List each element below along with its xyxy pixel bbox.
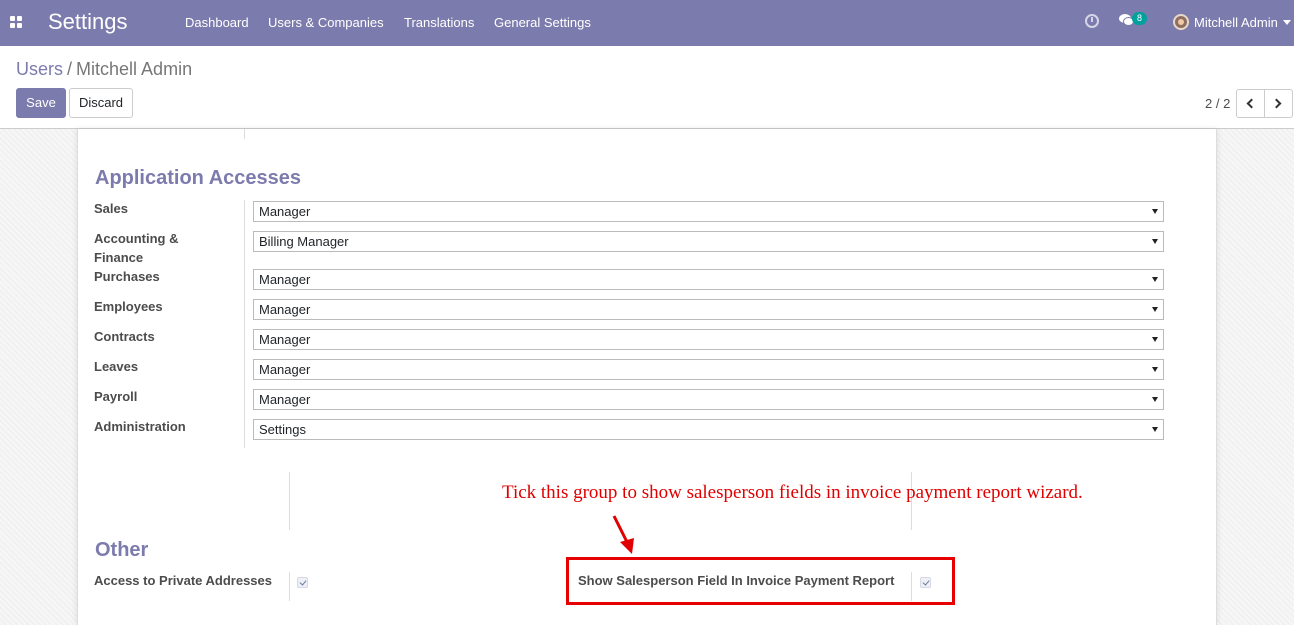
- messages-count-badge: 8: [1132, 12, 1147, 25]
- private-addresses-checkbox[interactable]: [297, 577, 308, 588]
- employees-value: Manager: [259, 302, 311, 317]
- menu-translations[interactable]: Translations: [404, 15, 474, 30]
- column-divider: [244, 129, 245, 139]
- breadcrumb-separator: /: [67, 59, 73, 79]
- payroll-select[interactable]: Manager: [253, 389, 1164, 410]
- breadcrumb-users-link[interactable]: Users: [16, 59, 63, 79]
- leaves-value: Manager: [259, 362, 311, 377]
- top-navbar: Settings Dashboard Users & Companies Tra…: [0, 0, 1294, 46]
- field-label-administration: Administration: [94, 419, 186, 434]
- dropdown-arrow-icon: [1152, 337, 1158, 342]
- menu-dashboard[interactable]: Dashboard: [185, 15, 249, 30]
- field-label-leaves: Leaves: [94, 359, 139, 374]
- pager-previous-button[interactable]: [1236, 89, 1265, 118]
- dropdown-arrow-icon: [1152, 397, 1158, 402]
- menu-general-settings[interactable]: General Settings: [494, 15, 591, 30]
- leaves-select[interactable]: Manager: [253, 359, 1164, 380]
- application-accesses-title: Application Accesses: [95, 167, 302, 189]
- dropdown-arrow-icon: [1152, 307, 1158, 312]
- contracts-select[interactable]: Manager: [253, 329, 1164, 350]
- chevron-right-icon: [1271, 98, 1282, 109]
- dropdown-arrow-icon: [1152, 209, 1158, 214]
- column-divider: [289, 472, 290, 530]
- pager-value: 2 / 2: [1205, 96, 1231, 111]
- column-divider: [244, 200, 245, 448]
- field-label-employees: Employees: [94, 299, 163, 314]
- accounting-value: Billing Manager: [259, 234, 349, 249]
- user-menu[interactable]: Mitchell Admin: [1194, 15, 1278, 30]
- pager-next-button[interactable]: [1264, 89, 1293, 118]
- breadcrumb: Users / Mitchell Admin: [16, 59, 192, 80]
- field-label-private-addresses: Access to Private Addresses: [94, 573, 273, 588]
- field-label-contracts: Contracts: [94, 329, 155, 344]
- dropdown-arrow-icon: [1152, 277, 1158, 282]
- field-label-purchases: Purchases: [94, 269, 160, 284]
- dropdown-arrow-icon: [1152, 427, 1158, 432]
- payroll-value: Manager: [259, 392, 311, 407]
- field-label-payroll: Payroll: [94, 389, 138, 404]
- save-button[interactable]: Save: [16, 88, 66, 118]
- breadcrumb-current: Mitchell Admin: [76, 59, 193, 79]
- purchases-select[interactable]: Manager: [253, 269, 1164, 290]
- annotation-text: Tick this group to show salesperson fiel…: [502, 482, 1083, 503]
- menu-users-companies[interactable]: Users & Companies: [268, 15, 384, 30]
- column-divider: [289, 572, 290, 601]
- purchases-value: Manager: [259, 272, 311, 287]
- discard-button[interactable]: Discard: [69, 88, 133, 118]
- chevron-left-icon: [1246, 98, 1257, 109]
- employees-select[interactable]: Manager: [253, 299, 1164, 320]
- dropdown-arrow-icon: [1152, 239, 1158, 244]
- field-label-sales: Sales: [94, 201, 128, 216]
- administration-select[interactable]: Settings: [253, 419, 1164, 440]
- dropdown-arrow-icon: [1152, 367, 1158, 372]
- field-label-accounting: Accounting & Finance: [94, 231, 179, 265]
- accounting-select[interactable]: Billing Manager: [253, 231, 1164, 252]
- clock-icon[interactable]: [1085, 14, 1099, 28]
- sales-select[interactable]: Manager: [253, 201, 1164, 222]
- sales-value: Manager: [259, 204, 311, 219]
- app-title: Settings: [48, 9, 128, 34]
- other-title: Other: [95, 539, 149, 561]
- contracts-value: Manager: [259, 332, 311, 347]
- caret-down-icon[interactable]: [1283, 20, 1291, 25]
- annotation-arrow-icon: [612, 515, 634, 554]
- apps-icon[interactable]: [10, 16, 23, 29]
- administration-value: Settings: [259, 422, 306, 437]
- avatar[interactable]: [1173, 14, 1189, 30]
- highlight-box: [566, 557, 955, 605]
